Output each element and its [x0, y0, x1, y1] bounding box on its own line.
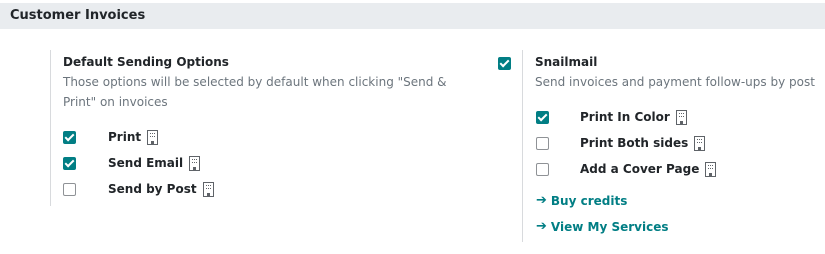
building-icon [147, 129, 159, 145]
send-email-label: Send Email [108, 156, 184, 170]
snailmail-title: Snailmail [535, 55, 598, 69]
send-by-post-checkbox[interactable] [63, 183, 76, 196]
snailmail-description: Send invoices and payment follow-ups by … [535, 75, 815, 89]
building-icon [675, 109, 687, 125]
building-icon [705, 161, 717, 177]
arrow-right-icon: ➔ [536, 219, 547, 234]
buy-credits-label: Buy credits [550, 193, 628, 208]
send-email-checkbox[interactable] [63, 157, 76, 170]
default-sending-title: Default Sending Options [63, 55, 229, 69]
snailmail-setting: Snailmail Send invoices and payment foll… [522, 50, 825, 242]
print-both-sides-label: Print Both sides [580, 136, 689, 150]
print-in-color-option: Print In Color [580, 108, 687, 126]
view-my-services-label: View My Services [550, 219, 669, 234]
print-checkbox[interactable] [63, 131, 76, 144]
print-option: Print [108, 128, 159, 146]
section-title: Customer Invoices [10, 8, 146, 23]
print-in-color-checkbox[interactable] [536, 111, 549, 124]
add-cover-page-label: Add a Cover Page [580, 162, 700, 176]
view-my-services-link[interactable]: ➔ View My Services [536, 219, 668, 234]
print-in-color-label: Print In Color [580, 110, 670, 124]
default-sending-description: Those options will be selected by defaul… [63, 75, 447, 109]
building-icon [202, 181, 214, 197]
send-email-option: Send Email [108, 154, 201, 172]
send-by-post-label: Send by Post [108, 182, 197, 196]
add-cover-page-checkbox[interactable] [536, 163, 549, 176]
buy-credits-link[interactable]: ➔ Buy credits [536, 193, 627, 208]
print-both-sides-option: Print Both sides [580, 134, 706, 152]
default-sending-options-setting: Default Sending Options Those options wi… [50, 50, 470, 206]
send-by-post-option: Send by Post [108, 180, 214, 198]
add-cover-page-option: Add a Cover Page [580, 160, 717, 178]
building-icon [189, 155, 201, 171]
snailmail-checkbox[interactable] [498, 57, 511, 70]
print-both-sides-checkbox[interactable] [536, 137, 549, 150]
building-icon [694, 135, 706, 151]
print-label: Print [108, 130, 142, 144]
section-header-customer-invoices: Customer Invoices [0, 3, 825, 29]
arrow-right-icon: ➔ [536, 193, 547, 208]
